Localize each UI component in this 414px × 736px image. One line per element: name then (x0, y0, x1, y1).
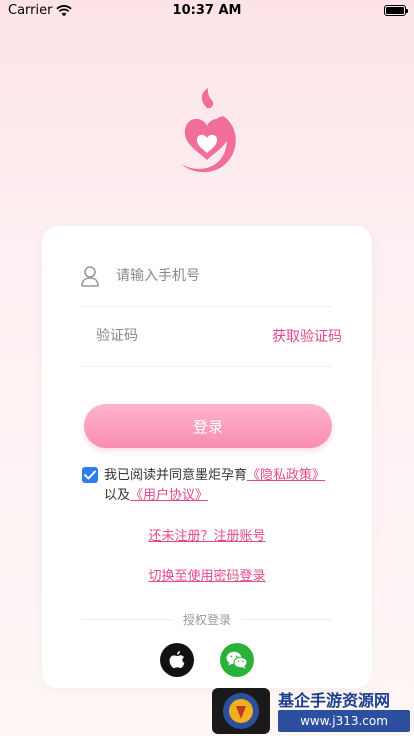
user-icon (81, 266, 99, 287)
status-bar: Carrier 10:37 AM (0, 0, 414, 22)
auth-divider: 授权登录 (82, 611, 333, 628)
login-button[interactable]: 登录 (84, 404, 332, 448)
get-code-button[interactable]: 获取验证码 (272, 326, 342, 346)
code-input[interactable] (94, 327, 272, 345)
privacy-policy-link[interactable]: 《隐私政策》 (247, 468, 325, 483)
wechat-login-button[interactable] (220, 643, 254, 677)
apple-login-button[interactable] (160, 643, 194, 677)
register-link[interactable]: 还未注册？注册账号 (42, 525, 372, 544)
phone-input[interactable] (114, 267, 332, 285)
agreement-join: 以及 (104, 488, 131, 503)
watermark-logo-icon (212, 688, 270, 734)
agreement-prefix: 我已阅读并同意墨炬孕育 (104, 468, 248, 483)
switch-password-login-link[interactable]: 切换至使用密码登录 (42, 565, 372, 584)
app-logo-icon (181, 88, 236, 173)
watermark-url: www.j313.com (278, 710, 410, 732)
code-field: 获取验证码 (80, 306, 342, 367)
divider-line-right (241, 619, 333, 620)
watermark-title: 基企手游资源网 (278, 691, 391, 710)
agreement: 我已阅读并同意墨炬孕育《隐私政策》以及《用户协议》 (82, 466, 342, 506)
battery-icon (384, 5, 408, 16)
phone-field (80, 246, 332, 307)
agreement-text: 我已阅读并同意墨炬孕育《隐私政策》以及《用户协议》 (82, 466, 342, 506)
auth-label: 授权登录 (183, 613, 232, 627)
wechat-icon (226, 651, 248, 669)
check-icon (84, 470, 96, 480)
apple-icon (169, 651, 185, 668)
register-link-label[interactable]: 还未注册？注册账号 (148, 529, 265, 544)
watermark: 基企手游资源网 www.j313.com (212, 686, 414, 736)
switch-link-label[interactable]: 切换至使用密码登录 (148, 569, 265, 584)
status-time: 10:37 AM (172, 3, 242, 18)
login-card: 获取验证码 登录 我已阅读并同意墨炬孕育《隐私政策》以及《用户协议》 还未注册？… (42, 226, 372, 688)
divider-line-left (82, 619, 173, 620)
agreement-checkbox[interactable] (82, 467, 98, 483)
user-agreement-link[interactable]: 《用户协议》 (130, 488, 208, 503)
